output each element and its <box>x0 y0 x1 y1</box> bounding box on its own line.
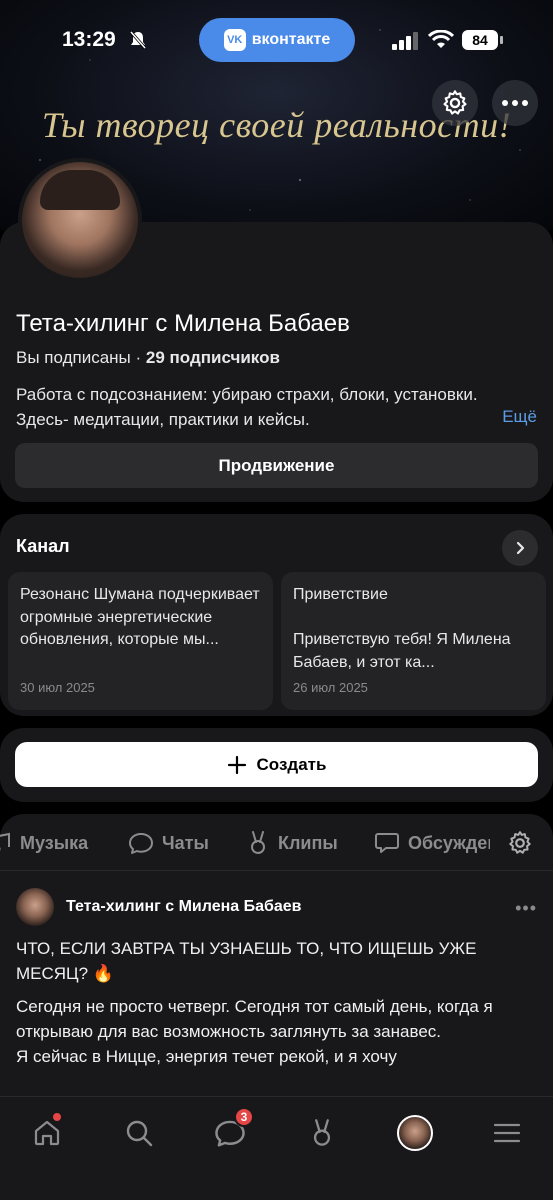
channel-post[interactable]: Резонанс Шумана подчеркивает огромные эн… <box>8 572 273 710</box>
create-button[interactable]: Создать <box>15 742 538 787</box>
post-paragraph: Сегодня не просто четверг. Сегодня тот с… <box>16 997 493 1041</box>
nav-search[interactable] <box>119 1113 159 1153</box>
music-icon <box>0 832 10 851</box>
battery-icon: 84 <box>462 30 498 50</box>
channel-post-date: 30 июл 2025 <box>20 680 95 695</box>
tab-clips[interactable]: Клипы <box>246 828 338 858</box>
settings-button[interactable] <box>432 80 478 126</box>
section-tabs: Музыка Чаты Клипы Обсуждения <box>0 828 490 858</box>
post-author-avatar[interactable] <box>16 888 54 926</box>
channel-card: Канал Резонанс Шумана подчеркивает огром… <box>0 514 553 716</box>
separator: · <box>135 348 142 367</box>
post-header: Тета-хилинг с Милена Бабаев ••• <box>16 888 537 928</box>
bell-muted-icon <box>129 31 147 49</box>
profile-name: Тета-хилинг с Милена Бабаев <box>16 310 350 337</box>
tab-label: Музыка <box>20 832 89 853</box>
tab-discussions[interactable]: Обсуждения <box>374 828 490 858</box>
tab-label: Клипы <box>278 832 338 853</box>
profile-avatar[interactable] <box>18 158 142 282</box>
vk-pill-label: вконтакте <box>251 31 331 48</box>
avatar <box>22 162 138 278</box>
messages-badge: 3 <box>234 1107 254 1127</box>
gear-icon <box>443 90 467 115</box>
nav-clips[interactable] <box>302 1113 342 1153</box>
subscription-info: Вы подписаны · 29 подписчиков <box>16 348 280 368</box>
notification-dot <box>53 1113 61 1121</box>
status-bar: 13:29 VK вконтакте 84 <box>0 0 553 80</box>
nav-menu[interactable] <box>487 1113 527 1153</box>
tab-label: Чаты <box>162 832 209 853</box>
subscribed-status[interactable]: Вы подписаны <box>16 348 131 367</box>
create-label: Создать <box>256 754 327 774</box>
tabs-settings-button[interactable] <box>504 828 536 858</box>
create-card: Создать <box>0 728 553 802</box>
subscribers-count[interactable]: 29 подписчиков <box>146 348 280 367</box>
plus-icon <box>227 755 246 774</box>
divider <box>0 870 553 871</box>
profile-description: Работа с подсознанием: убираю страхи, бл… <box>16 385 478 429</box>
wifi-icon <box>428 30 454 48</box>
search-icon <box>126 1120 153 1147</box>
post-headline: ЧТО, ЕСЛИ ЗАВТРА ТЫ УЗНАЕШЬ ТО, ЧТО ИЩЕШ… <box>16 939 477 983</box>
profile-avatar-icon <box>397 1115 433 1151</box>
channel-post-text: Приветствие Приветствую тебя! Я Милена Б… <box>293 586 511 671</box>
vk-app-pill[interactable]: VK вконтакте <box>199 18 355 62</box>
nav-profile[interactable] <box>395 1113 435 1153</box>
show-more-link[interactable]: Ещё <box>502 407 537 427</box>
clips-icon <box>251 831 265 854</box>
clips-icon <box>313 1119 331 1146</box>
post-author[interactable]: Тета-хилинг с Милена Бабаев <box>66 898 302 916</box>
channel-post-text: Резонанс Шумана подчеркивает огромные эн… <box>20 586 260 648</box>
status-time: 13:29 <box>62 28 116 51</box>
vk-logo-icon: VK <box>223 29 246 51</box>
more-dots-icon <box>502 100 528 106</box>
tab-label: Обсуждения <box>408 832 490 853</box>
tab-music[interactable]: Музыка <box>0 828 88 858</box>
post-paragraph: Я сейчас в Ницце, энергия течет рекой, и… <box>16 1047 397 1066</box>
channel-post[interactable]: Приветствие Приветствую тебя! Я Милена Б… <box>281 572 546 710</box>
chat-icon <box>129 833 153 854</box>
tab-chats[interactable]: Чаты <box>128 828 209 858</box>
post-body: ЧТО, ЕСЛИ ЗАВТРА ТЫ УЗНАЕШЬ ТО, ЧТО ИЩЕШ… <box>16 936 540 1077</box>
home-icon <box>34 1120 60 1146</box>
bottom-navigation: 3 <box>0 1096 553 1200</box>
discussion-icon <box>375 833 399 853</box>
signal-icon <box>392 32 418 50</box>
nav-home[interactable] <box>27 1113 67 1153</box>
gear-icon <box>509 831 531 854</box>
channel-open-button[interactable] <box>502 530 538 566</box>
post-menu-button[interactable]: ••• <box>515 898 537 919</box>
nav-messages[interactable]: 3 <box>210 1107 254 1153</box>
channel-post-date: 26 июл 2025 <box>293 680 368 695</box>
chevron-right-icon <box>516 541 525 555</box>
channel-title[interactable]: Канал <box>16 536 70 557</box>
battery-tip <box>500 36 503 44</box>
promotion-button[interactable]: Продвижение <box>15 443 538 488</box>
hamburger-menu-icon <box>493 1123 521 1143</box>
more-options-button[interactable] <box>492 80 538 126</box>
